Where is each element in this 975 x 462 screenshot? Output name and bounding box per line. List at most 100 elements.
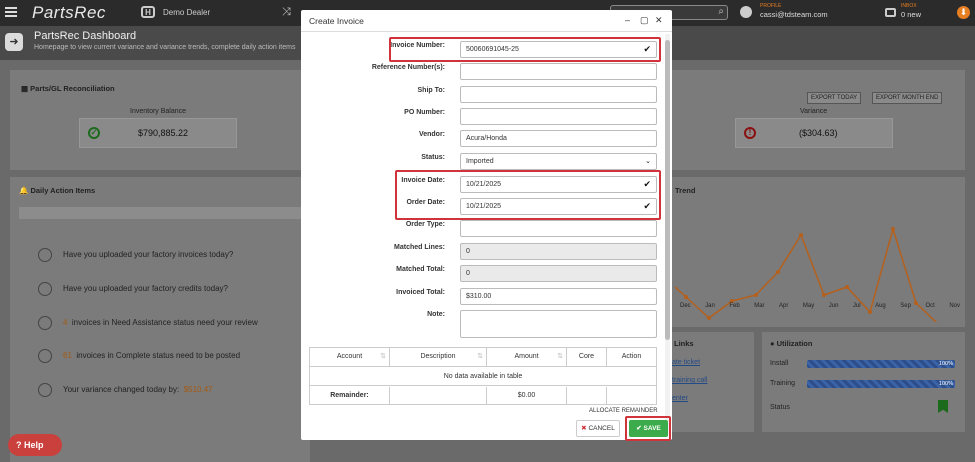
- remainder-value: $0.00: [487, 387, 567, 405]
- circle-icon: ●: [770, 339, 777, 348]
- bookmark-icon: [938, 400, 948, 413]
- avatar[interactable]: [740, 6, 752, 18]
- profile-label: PROFILE: [760, 3, 782, 9]
- dates-highlight: [395, 170, 661, 220]
- maximize-icon[interactable]: ▢: [640, 15, 649, 26]
- expand-icon[interactable]: ⤨: [282, 6, 291, 19]
- order-type-field[interactable]: [460, 220, 657, 237]
- profile-email[interactable]: cassi@tdsteam.com: [760, 10, 828, 19]
- export-month-end-button[interactable]: EXPORT MONTH END: [872, 92, 943, 104]
- month-label: May: [802, 303, 815, 309]
- po-number-label: PO Number:: [404, 109, 445, 116]
- status-label: Status: [770, 404, 790, 411]
- month-label: Jan: [705, 303, 715, 309]
- month-label: Oct: [925, 303, 935, 309]
- help-button[interactable]: ? Help: [8, 434, 62, 456]
- col-core[interactable]: Core: [567, 348, 607, 366]
- invoice-lines-table: Account ⇅ Description ⇅ Amount ⇅ Core Actio…: [309, 347, 657, 405]
- invoice-number-highlight: [389, 37, 661, 62]
- bell-icon: 🔔: [19, 186, 31, 195]
- modal-scrollbar[interactable]: [665, 34, 670, 434]
- col-account[interactable]: Account ⇅: [310, 348, 390, 366]
- checkbox-circle[interactable]: [38, 248, 52, 262]
- order-type-label: Order Type:: [405, 221, 445, 228]
- recon-title: ▦ Parts/GL Reconciliation: [21, 84, 115, 93]
- inbox-count[interactable]: 0 new: [901, 10, 921, 19]
- scrollbar-thumb[interactable]: [665, 40, 670, 340]
- sort-icon[interactable]: ⇅: [380, 348, 386, 366]
- reference-number-label: Reference Number(s):: [371, 64, 445, 71]
- help-label: Help: [24, 440, 44, 450]
- col-label: Account: [336, 353, 363, 360]
- minimize-icon[interactable]: –: [625, 15, 630, 25]
- matched-total-field: 0: [460, 265, 657, 282]
- install-bar: 100%: [807, 360, 955, 368]
- back-button[interactable]: ➜: [5, 33, 23, 51]
- remainder-spacer: [390, 387, 487, 405]
- inventory-box: ✓ $790,885.22: [79, 118, 237, 148]
- allocate-remainder-link[interactable]: ALLOCATE REMAINDER: [589, 408, 658, 414]
- remainder-core: [567, 387, 607, 405]
- checkbox-circle[interactable]: [38, 349, 52, 363]
- progress-bar: [19, 207, 304, 219]
- cancel-label: CANCEL: [588, 425, 615, 432]
- matched-lines-field: 0: [460, 243, 657, 260]
- daily-title-text: Daily Action Items: [30, 186, 96, 195]
- po-number-field[interactable]: [460, 108, 657, 125]
- trend-panel: Trend Dec Jan Feb Mar Apr May Jun Jul Au…: [672, 177, 965, 327]
- ship-to-label: Ship To:: [417, 87, 445, 94]
- matched-lines-label: Matched Lines:: [394, 244, 445, 251]
- checkbox-circle[interactable]: [38, 383, 52, 397]
- status-label: Status:: [421, 154, 445, 161]
- col-description[interactable]: Description ⇅: [390, 348, 487, 366]
- variance-change: $510.47: [183, 385, 213, 394]
- action-text: invoices in Complete status need to be p…: [76, 351, 241, 360]
- checkbox-circle[interactable]: [38, 282, 52, 296]
- check-circle-icon: ✓: [88, 127, 100, 139]
- inventory-label: Inventory Balance: [130, 108, 187, 115]
- export-today-button[interactable]: EXPORT TODAY: [807, 92, 862, 104]
- training-label: Training: [770, 380, 796, 387]
- link-center[interactable]: enter: [672, 395, 688, 402]
- variance-label: Variance: [800, 108, 828, 115]
- recon-title-text: Parts/GL Reconciliation: [30, 84, 115, 93]
- search-icon[interactable]: ⌕: [718, 6, 724, 17]
- note-label: Note:: [427, 311, 445, 318]
- matched-total-label: Matched Total:: [396, 266, 445, 273]
- honda-logo-icon: H: [141, 6, 155, 18]
- empty-table-message: No data available in table: [310, 366, 656, 386]
- month-label: Apr: [779, 303, 789, 309]
- menu-icon[interactable]: [5, 7, 17, 17]
- vendor-field[interactable]: Acura/Honda: [460, 130, 657, 147]
- note-textarea[interactable]: [460, 310, 657, 338]
- utilization-title-text: Utilization: [776, 339, 813, 348]
- close-icon[interactable]: ✕: [655, 15, 663, 26]
- inbox-icon[interactable]: [885, 8, 896, 17]
- sort-icon[interactable]: ⇅: [557, 348, 563, 366]
- month-label: Feb: [729, 303, 740, 309]
- sort-icon[interactable]: ⇅: [477, 348, 483, 366]
- daily-actions-panel: 🔔 Daily Action Items Have you uploaded y…: [10, 177, 310, 462]
- download-icon[interactable]: ⬇: [957, 6, 970, 19]
- month-label: Mar: [754, 303, 765, 309]
- checkbox-circle[interactable]: [38, 316, 52, 330]
- col-label: Description: [420, 353, 456, 360]
- daily-title: 🔔 Daily Action Items: [19, 186, 95, 195]
- ship-to-field[interactable]: [460, 86, 657, 103]
- action-text: Have you uploaded your factory credits t…: [63, 284, 228, 293]
- links-panel: Links ate ticket training call enter: [672, 332, 754, 432]
- save-highlight: [625, 416, 671, 441]
- link-training-call[interactable]: training call: [672, 377, 707, 384]
- links-title: Links: [674, 339, 694, 348]
- link-ticket[interactable]: ate ticket: [672, 359, 700, 366]
- invoiced-total-field[interactable]: $310.00: [460, 288, 657, 305]
- page-subtitle: Homepage to view current variance and va…: [34, 44, 296, 51]
- app-logo[interactable]: PartsRec: [32, 3, 106, 23]
- status-select[interactable]: Imported ⌄: [460, 153, 657, 170]
- dealer-name[interactable]: Demo Dealer: [163, 8, 210, 17]
- trend-x-axis: Dec Jan Feb Mar Apr May Jun Jul Aug Sep …: [680, 303, 960, 309]
- month-label: Dec: [680, 303, 691, 309]
- reference-number-field[interactable]: [460, 63, 657, 80]
- cancel-button[interactable]: ✖ CANCEL: [576, 420, 620, 437]
- col-amount[interactable]: Amount ⇅: [487, 348, 567, 366]
